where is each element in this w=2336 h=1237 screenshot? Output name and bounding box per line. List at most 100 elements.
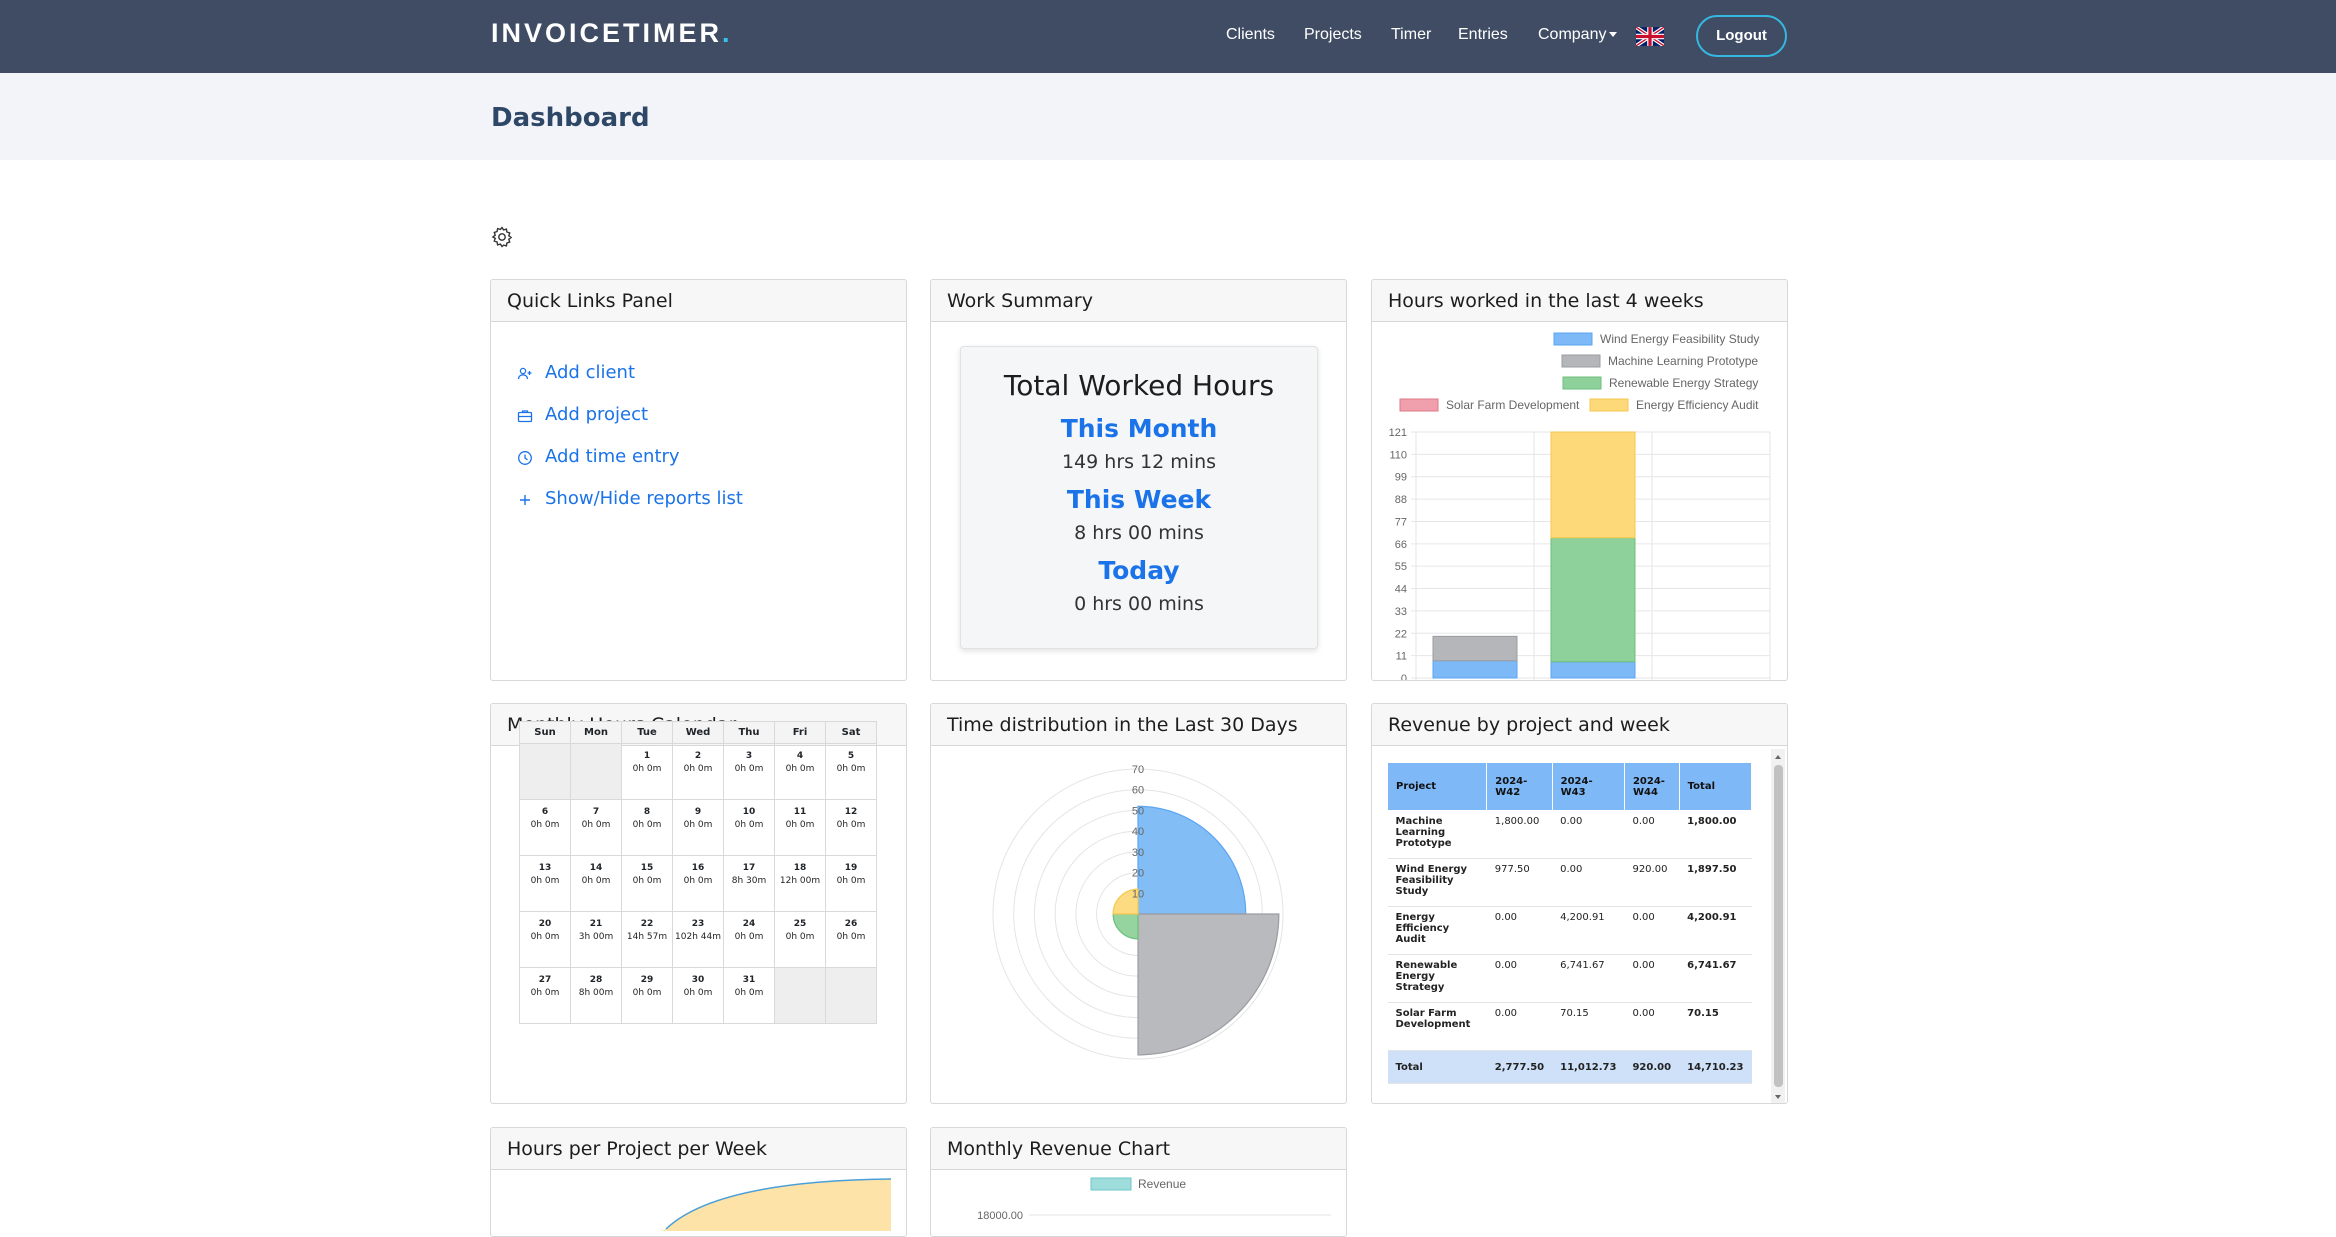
- vertical-scrollbar[interactable]: [1771, 749, 1785, 1103]
- y-tick-label: 44: [1395, 584, 1407, 596]
- work-summary-card: Work Summary Total Worked Hours This Mon…: [930, 279, 1347, 681]
- radial-tick-label: 40: [1132, 826, 1144, 838]
- table-cell: 11,012.73: [1552, 1050, 1625, 1084]
- calendar-day-number: 15: [640, 863, 654, 873]
- revenue-table: Project 2024-W42 2024-W43 2024-W44 Total Mach…: [1386, 762, 1753, 1084]
- nav-company-label: Company: [1538, 26, 1607, 43]
- calendar-day-hours: 0h 0m: [632, 820, 662, 830]
- calendar-day-cell: 25 0h 0m: [774, 911, 826, 968]
- y-tick-label: 77: [1395, 516, 1407, 528]
- nav-entries[interactable]: Entries: [1458, 26, 1508, 44]
- calendar-day-hours: 0h 0m: [683, 876, 713, 886]
- bar-segment: [1432, 635, 1518, 662]
- scroll-up-icon[interactable]: [1771, 751, 1785, 763]
- time-distribution-chart: 10 20 30 40 50 60 70: [992, 764, 1284, 1060]
- calendar-day-cell: 22 14h 57m: [621, 911, 673, 968]
- logout-button[interactable]: Logout: [1696, 15, 1787, 57]
- table-cell: 2,777.50: [1486, 1050, 1553, 1084]
- calendar-day-number: 12: [844, 807, 858, 817]
- calendar-day-hours: 0h 0m: [632, 764, 662, 774]
- add-project-label: Add project: [545, 404, 649, 425]
- revenue-table-card: Revenue by project and week Project 2024-…: [1371, 703, 1788, 1104]
- calendar-day-number: 24: [742, 919, 756, 929]
- calendar-day-header: Wed: [672, 721, 724, 744]
- calendar-day-number: 22: [640, 919, 654, 929]
- calendar-day-header: Mon: [570, 721, 622, 744]
- table-header-cell: 2024-W43: [1551, 762, 1625, 811]
- table-cell: 920.00: [1624, 1050, 1680, 1084]
- calendar-day-number: 28: [589, 975, 603, 985]
- calendar-day-number: 11: [793, 807, 807, 817]
- nav-projects[interactable]: Projects: [1304, 26, 1362, 44]
- uk-flag-icon[interactable]: [1636, 27, 1664, 46]
- calendar-day-cell: 6 0h 0m: [519, 799, 571, 856]
- table-cell: 1,800.00: [1486, 810, 1553, 859]
- calendar-day-hours: 102h 44m: [675, 932, 721, 942]
- calendar-day-hours: 0h 0m: [785, 932, 815, 942]
- calendar-day-hours: 14h 57m: [626, 932, 668, 942]
- bar-segment: [1550, 431, 1636, 539]
- calendar-day-cell: 27 0h 0m: [519, 967, 571, 1024]
- add-client-label: Add client: [545, 362, 636, 383]
- monthly-calendar-card: Monthly Hours Calendar SunMonTueWedThuFr…: [490, 703, 907, 1104]
- calendar-week-row: 13 0h 0m 14 0h 0m 15 0h 0m 16 0h 0m 17 8h 30m 18 12…: [519, 855, 877, 912]
- radial-tick-label: 50: [1132, 805, 1144, 817]
- brand-logo[interactable]: INVOICETIMER.: [491, 18, 733, 49]
- table-cell: 1,800.00: [1679, 810, 1752, 859]
- toggle-reports-label: Show/Hide reports list: [545, 488, 743, 509]
- calendar-day-header: Fri: [774, 721, 826, 744]
- calendar-day-cell: 12 0h 0m: [825, 799, 877, 856]
- hours-4-weeks-card: Hours worked in the last 4 weeks Wind En…: [1371, 279, 1788, 681]
- y-tick-label: 55: [1395, 561, 1407, 573]
- table-header-cell: Project: [1386, 762, 1488, 811]
- calendar-week-row: 1 0h 0m 2 0h 0m 3 0h 0m 4 0h 0m 5 0h 0m: [519, 743, 877, 800]
- calendar-day-hours: 0h 0m: [683, 764, 713, 774]
- this-week-label: This Week: [1066, 485, 1212, 514]
- legend-swatch: [1090, 1177, 1132, 1191]
- table-cell: 920.00: [1624, 858, 1680, 907]
- calendar-day-hours: 8h 30m: [731, 876, 767, 886]
- calendar-day-hours: 0h 0m: [632, 876, 662, 886]
- table-row: Energy Efficiency Audit 0.00 4,200.91 0.00 4…: [1387, 906, 1752, 955]
- nav-company-dropdown[interactable]: Company: [1538, 26, 1618, 44]
- table-cell: Wind Energy Feasibility Study: [1387, 858, 1487, 907]
- calendar-empty-cell: [570, 743, 622, 800]
- calendar-day-cell: 19 0h 0m: [825, 855, 877, 912]
- card-title: Revenue by project and week: [1372, 704, 1787, 746]
- scroll-down-icon[interactable]: [1771, 1091, 1785, 1103]
- calendar-day-cell: 16 0h 0m: [672, 855, 724, 912]
- calendar-day-cell: 5 0h 0m: [825, 743, 877, 800]
- calendar-day-number: 19: [844, 863, 858, 873]
- gear-icon[interactable]: [490, 225, 514, 249]
- calendar-day-number: 13: [538, 863, 552, 873]
- bar-segment: [1550, 661, 1636, 679]
- calendar-day-number: 7: [592, 807, 600, 817]
- calendar-day-number: 25: [793, 919, 807, 929]
- calendar-day-hours: 12h 00m: [779, 876, 821, 886]
- legend-swatch: [1562, 376, 1602, 390]
- table-total-row: Total 2,777.50 11,012.73 920.00 14,710.23: [1387, 1050, 1752, 1084]
- add-user-icon: [517, 367, 532, 380]
- calendar-day-cell: 10 0h 0m: [723, 799, 775, 856]
- table-cell: 70.15: [1679, 1002, 1752, 1051]
- legend-label: Wind Energy Feasibility Study: [1600, 332, 1759, 346]
- clock-icon: [518, 451, 532, 465]
- calendar-day-hours: 0h 0m: [836, 764, 866, 774]
- table-cell: 0.00: [1624, 954, 1680, 1003]
- calendar-day-number: 6: [541, 807, 549, 817]
- nav-timer[interactable]: Timer: [1391, 26, 1431, 44]
- calendar-day-number: 14: [589, 863, 603, 873]
- card-title: Quick Links Panel: [491, 280, 906, 322]
- calendar-day-hours: 0h 0m: [836, 932, 866, 942]
- table-header-cell: Total: [1678, 762, 1753, 811]
- scrollbar-thumb[interactable]: [1774, 765, 1783, 1087]
- polar-slice: [1112, 913, 1139, 940]
- table-cell: 0.00: [1486, 906, 1553, 955]
- table-header-cell: 2024-W44: [1623, 762, 1680, 811]
- calendar-day-hours: 0h 0m: [836, 820, 866, 830]
- revenue-table-scroll[interactable]: Project 2024-W42 2024-W43 2024-W44 Total Mach…: [1372, 747, 1787, 1103]
- calendar-day-hours: 0h 0m: [683, 820, 713, 830]
- calendar-day-number: 27: [538, 975, 552, 985]
- calendar-day-cell: 14 0h 0m: [570, 855, 622, 912]
- nav-clients[interactable]: Clients: [1226, 26, 1275, 44]
